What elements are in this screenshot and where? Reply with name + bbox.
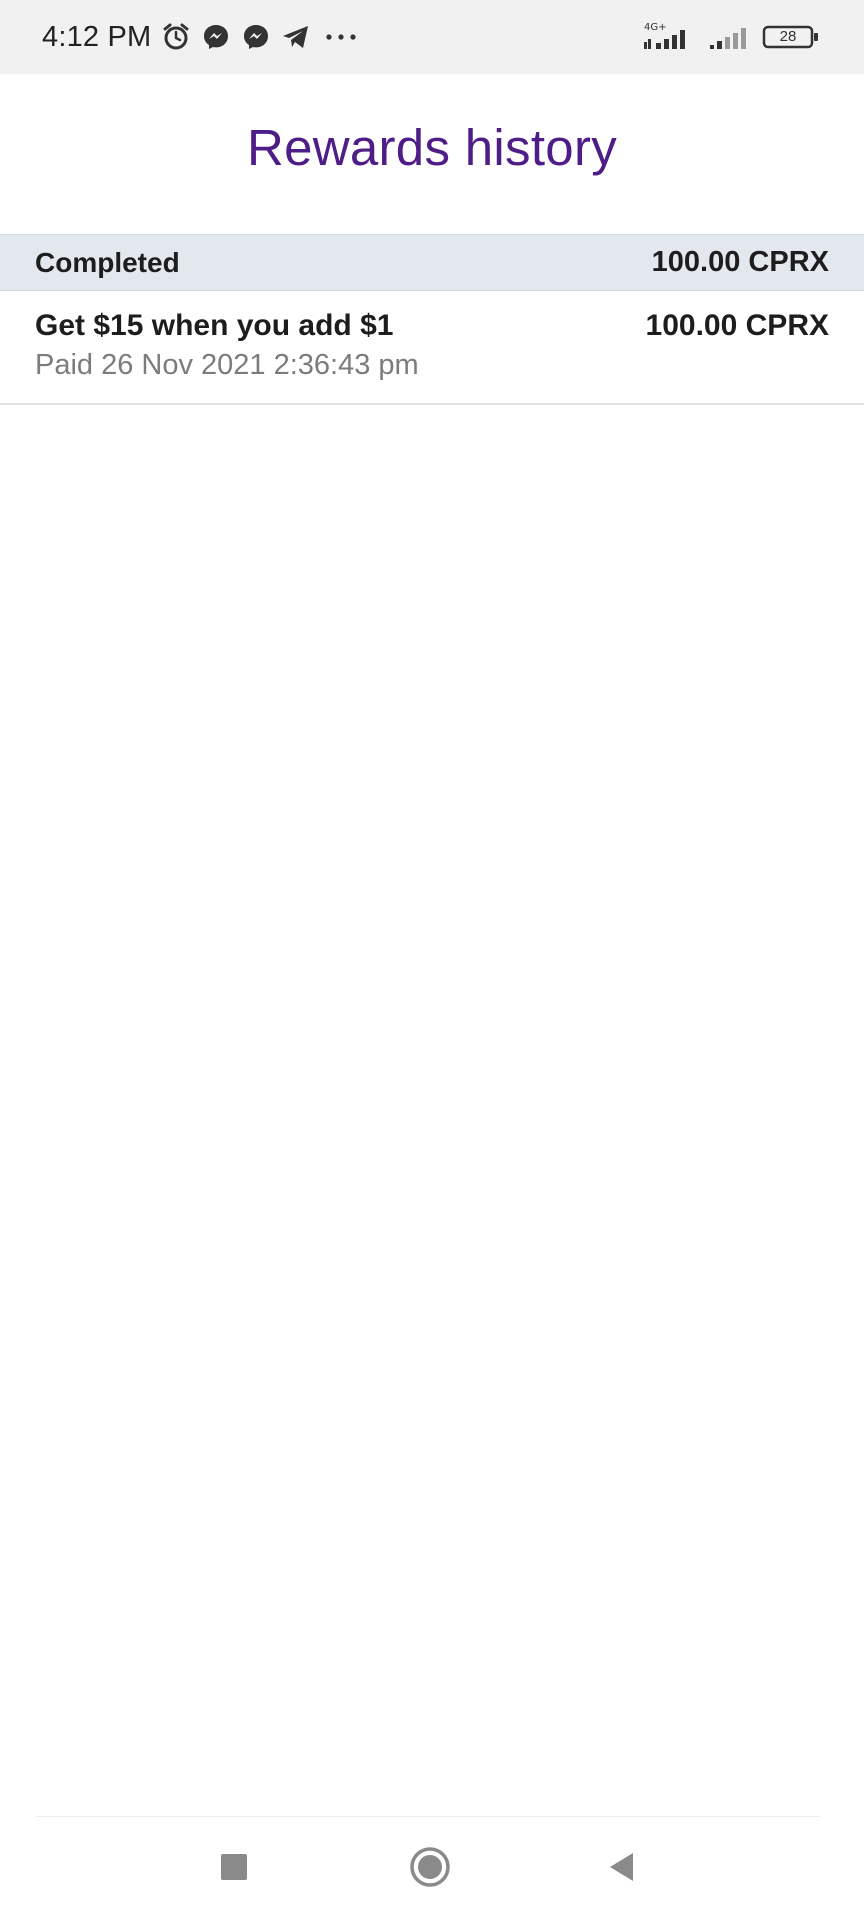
page-title: Rewards history — [246, 119, 618, 176]
telegram-icon — [281, 22, 311, 52]
status-right: 4G+ 28 — [640, 19, 820, 55]
alarm-icon — [161, 22, 191, 52]
reward-date: Paid 26 Nov 2021 2:36:43 pm — [35, 349, 419, 381]
network-label: 4G+ — [644, 22, 667, 33]
section-header-completed: Completed 100.00 CPRX — [0, 234, 864, 291]
messenger-icon — [201, 22, 231, 52]
list-item[interactable]: Get $15 when you add $1 Paid 26 Nov 2021… — [0, 291, 864, 405]
signal-icon — [708, 19, 750, 55]
battery-level: 28 — [779, 28, 797, 45]
recents-icon[interactable] — [204, 1837, 264, 1897]
back-icon[interactable] — [592, 1837, 652, 1897]
home-icon[interactable] — [400, 1837, 460, 1897]
status-time: 4:12 PM — [42, 20, 152, 53]
battery-icon: 28 — [762, 22, 820, 52]
status-bar: 4:12 PM 4G+ 28 — [0, 0, 864, 74]
reward-amount: 100.00 CPRX — [645, 309, 829, 342]
status-left: 4:12 PM — [42, 21, 361, 54]
signal-4g-icon: 4G+ — [640, 19, 696, 55]
reward-title: Get $15 when you add $1 — [35, 309, 394, 342]
section-total: 100.00 CPRX — [651, 246, 829, 278]
section-title: Completed — [35, 246, 180, 278]
system-nav-bar — [0, 1817, 864, 1920]
more-icon — [321, 22, 361, 52]
messenger-icon — [241, 22, 271, 52]
